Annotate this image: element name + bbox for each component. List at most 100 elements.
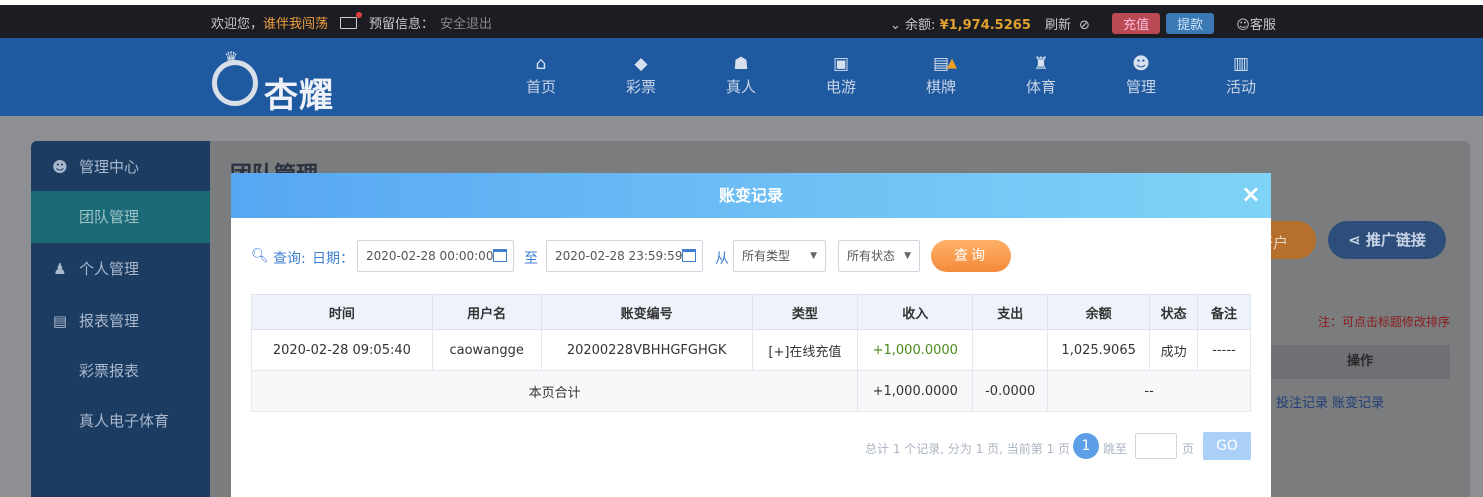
col-type[interactable]: 类型 <box>751 294 859 330</box>
table-row: 2020-02-28 09:05:40 caowangge 20200228VB… <box>251 329 1251 371</box>
current-page[interactable]: 1 <box>1073 433 1099 459</box>
promo-link-label: 推广链接 <box>1365 231 1426 249</box>
query-label: 查询: <box>273 251 306 267</box>
nav-item-cards[interactable]: ▤ ▲ 棋牌 <box>911 54 971 97</box>
pagination: 总计 1 个记录, 分为 1 页, 当前第 1 页 1 跳至 页 GO <box>865 432 1251 460</box>
refresh-link[interactable]: 刷新 <box>1045 18 1071 33</box>
start-date-input[interactable]: 2020-02-28 00:00:00 <box>357 240 514 272</box>
status-select-value: 所有状态 <box>847 249 896 263</box>
sidebar-item-reports[interactable]: ▤ 报表管理 <box>31 295 210 347</box>
welcome-text: 欢迎您， <box>211 17 264 32</box>
jump-page-input[interactable] <box>1135 433 1177 459</box>
nav-item-sports[interactable]: ♜ 体育 <box>1011 54 1071 97</box>
sidebar-item-lottery-report[interactable]: 彩票报表 <box>31 345 210 397</box>
user-icon: ♟ <box>53 260 67 278</box>
sidebar-item-management-center[interactable]: ☻ 管理中心 <box>31 141 210 193</box>
summary-row: 本页合计 +1,000.0000 -0.0000 -- <box>250 370 1251 412</box>
nav-label: 真人 <box>725 78 756 96</box>
transaction-record-link[interactable]: 账变记录 <box>1332 396 1384 411</box>
dropdown-arrow-icon: ▼ <box>810 251 817 261</box>
operation-links: 投注记录 账变记录 <box>1276 392 1384 411</box>
logout-link[interactable]: 安全退出 <box>440 17 492 32</box>
withdraw-button[interactable]: 提款 <box>1166 13 1215 34</box>
cell-time: 2020-02-28 09:05:40 <box>251 329 433 371</box>
cell-username: caowangge <box>431 329 542 371</box>
jump-label: 跳至 <box>1103 442 1128 456</box>
summary-rest: -- <box>1047 370 1251 412</box>
sidebar: ☻ 管理中心 团队管理 ♟ 个人管理 ▤ 报表管理 彩票报表 真人电子体育 <box>31 141 210 497</box>
col-transaction-id[interactable]: 账变编号 <box>540 294 753 330</box>
nav-label: 体育 <box>1025 78 1056 96</box>
cell-type: [+]在线充值 <box>751 329 859 371</box>
table-header-row: 时间 用户名 账变编号 类型 收入 支出 余额 状态 备注 <box>251 294 1251 330</box>
col-income[interactable]: 收入 <box>857 294 974 330</box>
col-remark[interactable]: 备注 <box>1197 294 1251 330</box>
deposit-button[interactable]: 充值 <box>1112 13 1161 34</box>
nav-item-activity[interactable]: ▥ 活动 <box>1211 54 1271 97</box>
lottery-icon: ◆ <box>634 54 648 74</box>
username[interactable]: 谁伴我闯荡 <box>263 17 328 32</box>
col-username[interactable]: 用户名 <box>431 294 542 330</box>
welcome-area: 欢迎您，谁伴我闯荡 预留信息： 安全退出 <box>211 12 492 32</box>
cell-expense <box>972 329 1049 371</box>
cell-remark: ----- <box>1197 329 1251 371</box>
nav-item-manage[interactable]: ☻ 管理 <box>1111 54 1171 97</box>
sidebar-item-team[interactable]: 团队管理 <box>31 191 210 243</box>
eye-hidden-icon[interactable]: ⊘ <box>1079 18 1090 33</box>
col-expense[interactable]: 支出 <box>972 294 1049 330</box>
logo-text: 杏耀 <box>264 76 334 116</box>
sidebar-item-label: 个人管理 <box>79 260 140 278</box>
col-time[interactable]: 时间 <box>251 294 433 330</box>
operation-header: 操作 <box>1270 345 1450 379</box>
nav-item-live[interactable]: ☗ 真人 <box>711 54 771 97</box>
cards-icon: ▤ <box>932 54 950 74</box>
sidebar-item-label: 报表管理 <box>79 312 140 330</box>
share-icon: ⋖ <box>1348 231 1361 249</box>
live-icon: ☗ <box>733 54 749 74</box>
sidebar-item-label: 管理中心 <box>79 158 140 176</box>
modal-header: 账变记录 × <box>231 173 1271 218</box>
cell-status: 成功 <box>1149 329 1199 371</box>
sidebar-item-personal[interactable]: ♟ 个人管理 <box>31 243 210 295</box>
dropdown-arrow-icon: ▼ <box>904 251 911 261</box>
calendar-icon[interactable] <box>682 249 696 262</box>
cell-balance: 1,025.9065 <box>1047 329 1151 371</box>
users-icon: ☻ <box>52 158 68 176</box>
mail-icon[interactable] <box>340 12 363 29</box>
nav-label: 彩票 <box>625 78 656 96</box>
nav-item-slot[interactable]: ▣ 电游 <box>811 54 871 97</box>
close-icon[interactable]: × <box>1241 179 1261 209</box>
chevron-down-icon[interactable]: ⌄ <box>890 18 901 33</box>
modal-title: 账变记录 <box>718 186 783 205</box>
home-icon: ⌂ <box>535 54 547 74</box>
transaction-record-modal: 账变记录 × 🔍︎ 查询: 日期： 2020-02-28 00:00:00 至 … <box>231 173 1271 497</box>
users-icon: ☻ <box>1132 54 1150 74</box>
pagination-summary: 总计 1 个记录, 分为 1 页, 当前第 1 页 <box>865 442 1071 456</box>
bet-record-link[interactable]: 投注记录 <box>1276 396 1328 411</box>
nav-item-lottery[interactable]: ◆ 彩票 <box>611 54 671 97</box>
trophy-icon: ♜ <box>1033 54 1049 74</box>
date-label: 日期： <box>312 251 354 267</box>
chat-icon[interactable]: ☺ <box>1236 18 1250 33</box>
search-button[interactable]: 查询 <box>931 240 1011 272</box>
promo-link-button[interactable]: ⋖ 推广链接 <box>1328 221 1446 259</box>
go-button[interactable]: GO <box>1203 432 1251 460</box>
status-select[interactable]: 所有状态 ▼ <box>838 240 920 272</box>
start-date-value: 2020-02-28 00:00:00 <box>366 249 494 263</box>
type-select[interactable]: 所有类型 ▼ <box>733 240 826 272</box>
query-bar: 🔍︎ 查询: 日期： 2020-02-28 00:00:00 至 2020-02… <box>251 240 1251 272</box>
sidebar-item-label: 彩票报表 <box>79 362 140 380</box>
logo[interactable]: ♛ 杏耀 <box>212 46 362 116</box>
slot-icon: ▣ <box>832 54 850 74</box>
calendar-icon[interactable] <box>493 249 507 262</box>
nav-label: 活动 <box>1225 78 1256 96</box>
nav-item-home[interactable]: ⌂ 首页 <box>511 54 571 97</box>
end-date-input[interactable]: 2020-02-28 23:59:59 <box>546 240 703 272</box>
cell-transaction-id: 20200228VBHHGFGHGK <box>540 329 753 371</box>
from-label: 从 <box>715 251 729 267</box>
sidebar-item-live-report[interactable]: 真人电子体育 <box>31 395 210 447</box>
account-area: ⌄ 余额: ¥1,974.5265 刷新 ⊘ 充值 提款 ☺客服 <box>890 13 1276 34</box>
col-balance[interactable]: 余额 <box>1047 294 1151 330</box>
service-link[interactable]: 客服 <box>1250 18 1276 33</box>
col-status[interactable]: 状态 <box>1149 294 1199 330</box>
